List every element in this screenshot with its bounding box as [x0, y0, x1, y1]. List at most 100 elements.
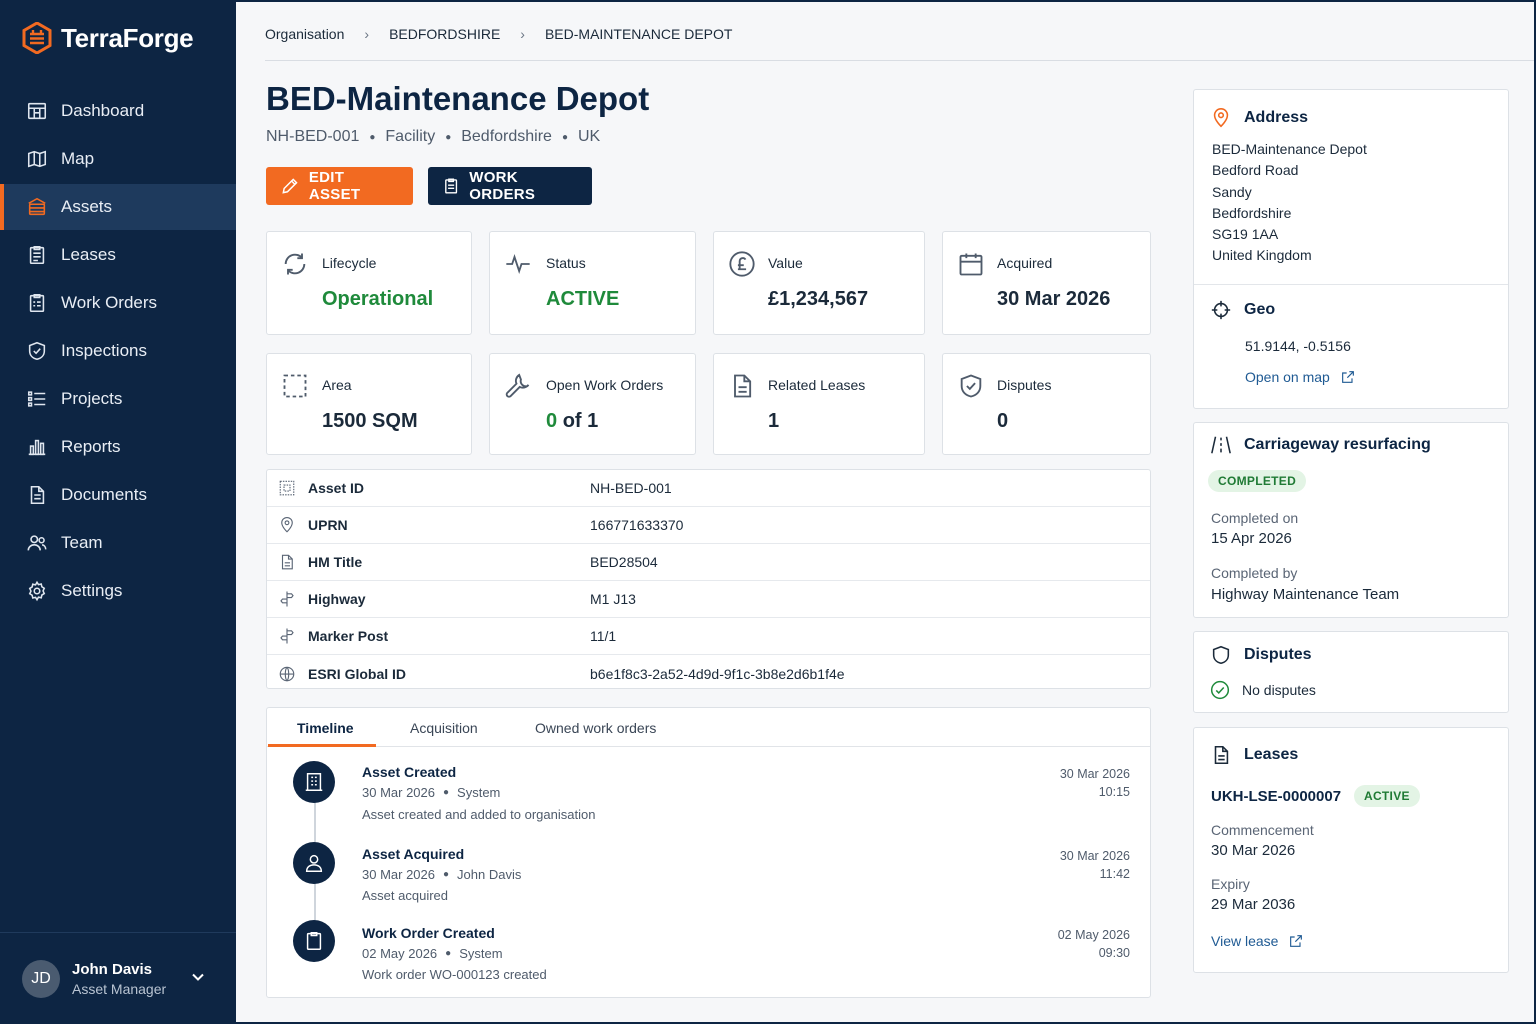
lease-status-badge: ACTIVE	[1354, 785, 1420, 807]
sidebar-item-work-orders[interactable]: Work Orders	[0, 280, 236, 326]
asset-subtitle: NH-BED-001 ● Facility ● Bedfordshire ● U…	[266, 128, 600, 146]
active-tab-indicator	[268, 744, 376, 747]
tab-timeline[interactable]: Timeline	[297, 720, 354, 736]
timeline-timestamp: 02 May 2026 09:30	[1058, 926, 1130, 962]
leases-heading: Leases	[1244, 746, 1299, 763]
main-content: Organisation › BEDFORDSHIRE › BED-MAINTE…	[236, 0, 1536, 1024]
disputes-text: No disputes	[1242, 682, 1316, 698]
timeline-meta: 30 Mar 2026 ● John Davis	[362, 867, 521, 882]
commencement-value: 30 Mar 2026	[1211, 842, 1296, 859]
timestamp-time: 10:15	[1098, 785, 1130, 799]
timeline-timestamp: 30 Mar 2026 11:42	[1060, 847, 1130, 883]
timeline-description: Work order WO-000123 created	[362, 967, 547, 982]
completed-by-value: Highway Maintenance Team	[1211, 586, 1400, 603]
edit-asset-button[interactable]: EDIT ASSET	[266, 167, 413, 205]
disputes-status: No disputes	[1210, 680, 1316, 700]
tab-acquisition[interactable]: Acquisition	[410, 720, 478, 736]
address-panel: Address BED-Maintenance Depot Bedford Ro…	[1193, 89, 1509, 409]
terraforge-logo-icon	[22, 22, 52, 54]
timestamp-date: 02 May 2026	[1057, 928, 1130, 942]
stat-value: 1500 SQM	[322, 410, 418, 432]
sidebar-item-inspections[interactable]: Inspections	[0, 328, 236, 374]
sidebar-item-documents[interactable]: Documents	[0, 472, 236, 518]
detail-value: NH-BED-001	[590, 480, 672, 496]
sidebar-item-leases[interactable]: Leases	[0, 232, 236, 278]
breadcrumb-separator-icon: ›	[520, 26, 525, 42]
sidebar-item-projects[interactable]: Projects	[0, 376, 236, 422]
sidebar-item-dashboard[interactable]: Dashboard	[0, 88, 236, 134]
sidebar-nav: Dashboard Map Assets Leases Work Orders …	[0, 88, 236, 616]
detail-value: b6e1f8c3-2a52-4d9d-9f1c-3b8e2d6b1f4e	[590, 665, 845, 682]
completed-by-label: Completed by	[1211, 565, 1298, 581]
timestamp-date: 30 Mar 2026	[1059, 767, 1130, 781]
address-line: United Kingdom	[1212, 247, 1312, 264]
timestamp-time: 11:42	[1099, 867, 1130, 881]
sidebar-item-team[interactable]: Team	[0, 520, 236, 566]
tab-owned-work-orders[interactable]: Owned work orders	[535, 720, 656, 736]
timeline-actor: System	[457, 785, 501, 800]
open-on-map-label: Open on map	[1245, 369, 1330, 385]
external-link-icon	[1341, 371, 1354, 383]
timeline-icon	[293, 761, 335, 803]
breadcrumb-item-region[interactable]: BEDFORDSHIRE	[389, 26, 500, 42]
stat-label: Related Leases	[768, 377, 866, 393]
stat-value: 30 Mar 2026	[997, 288, 1111, 310]
stat-value: 1	[768, 410, 780, 432]
stat-label: Status	[546, 255, 586, 271]
timeline-date: 02 May 2026	[362, 946, 438, 961]
pound-icon	[729, 251, 755, 277]
work-orders-button[interactable]: WORK ORDERS	[428, 167, 592, 205]
timeline-meta: 02 May 2026 ● System	[362, 946, 503, 961]
stat-label: Disputes	[997, 377, 1052, 393]
panel-divider	[1194, 284, 1508, 285]
project-header: Carriageway resurfacing	[1210, 434, 1431, 456]
activity-panel: Timeline Acquisition Owned work orders A…	[266, 707, 1151, 998]
sidebar-item-reports[interactable]: Reports	[0, 424, 236, 470]
completed-on-value: 15 Apr 2026	[1211, 530, 1292, 547]
stat-card-disputes[interactable]: Disputes 0	[942, 353, 1151, 455]
lease-id-link[interactable]: UKH-LSE-0000007	[1211, 788, 1341, 805]
disputes-heading: Disputes	[1244, 646, 1312, 663]
timeline-icon	[293, 920, 335, 962]
total-count: of 1	[562, 410, 599, 432]
clipboard-icon	[445, 178, 458, 194]
avatar: JD	[22, 959, 60, 998]
open-on-map-link[interactable]: Open on map	[1245, 369, 1356, 385]
stat-value: 0 of 1	[546, 410, 598, 433]
detail-value: M1 J13	[590, 591, 636, 607]
geo-heading: Geo	[1244, 301, 1276, 318]
sidebar-item-label: Map	[61, 149, 95, 168]
breadcrumb-item-organisation[interactable]: Organisation	[265, 26, 344, 42]
stat-value: ACTIVE	[546, 288, 620, 310]
completed-on-label: Completed on	[1211, 510, 1299, 526]
leases-panel: Leases UKH-LSE-0000007 ACTIVE Commenceme…	[1193, 727, 1509, 973]
address-line: Bedford Road	[1212, 162, 1299, 179]
stat-card-open-work-orders[interactable]: Open Work Orders 0 of 1	[489, 353, 696, 455]
detail-key: UPRN	[308, 517, 348, 533]
brand[interactable]: TerraForge	[22, 22, 194, 54]
header-divider	[265, 60, 1534, 61]
timeline-date: 30 Mar 2026	[362, 867, 435, 882]
sidebar: TerraForge Dashboard Map Assets Leases W…	[0, 0, 236, 1024]
timeline-icon	[293, 842, 335, 884]
chevron-down-icon[interactable]	[190, 969, 206, 985]
shield-icon	[28, 341, 46, 361]
asset-code: NH-BED-001	[266, 128, 360, 145]
sidebar-item-assets[interactable]: Assets	[0, 184, 236, 230]
geo-coordinates: 51.9144, -0.5156	[1245, 338, 1351, 354]
user-menu[interactable]: JD John Davis Asset Manager	[0, 932, 236, 1024]
edit-asset-label: EDIT ASSET	[308, 169, 361, 203]
stat-label: Open Work Orders	[546, 377, 664, 393]
separator-dot: ●	[561, 131, 568, 143]
signpost-icon	[280, 591, 294, 607]
timeline-date: 30 Mar 2026	[362, 785, 435, 800]
stat-card-related-leases[interactable]: Related Leases 1	[713, 353, 925, 455]
timeline-description: Asset acquired	[362, 888, 448, 903]
view-lease-link[interactable]: View lease	[1211, 933, 1304, 949]
sidebar-item-map[interactable]: Map	[0, 136, 236, 182]
breadcrumb: Organisation › BEDFORDSHIRE › BED-MAINTE…	[265, 26, 732, 42]
user-role: Asset Manager	[72, 980, 167, 997]
detail-key: Highway	[308, 591, 366, 607]
sidebar-item-settings[interactable]: Settings	[0, 568, 236, 614]
list-icon	[27, 391, 46, 407]
